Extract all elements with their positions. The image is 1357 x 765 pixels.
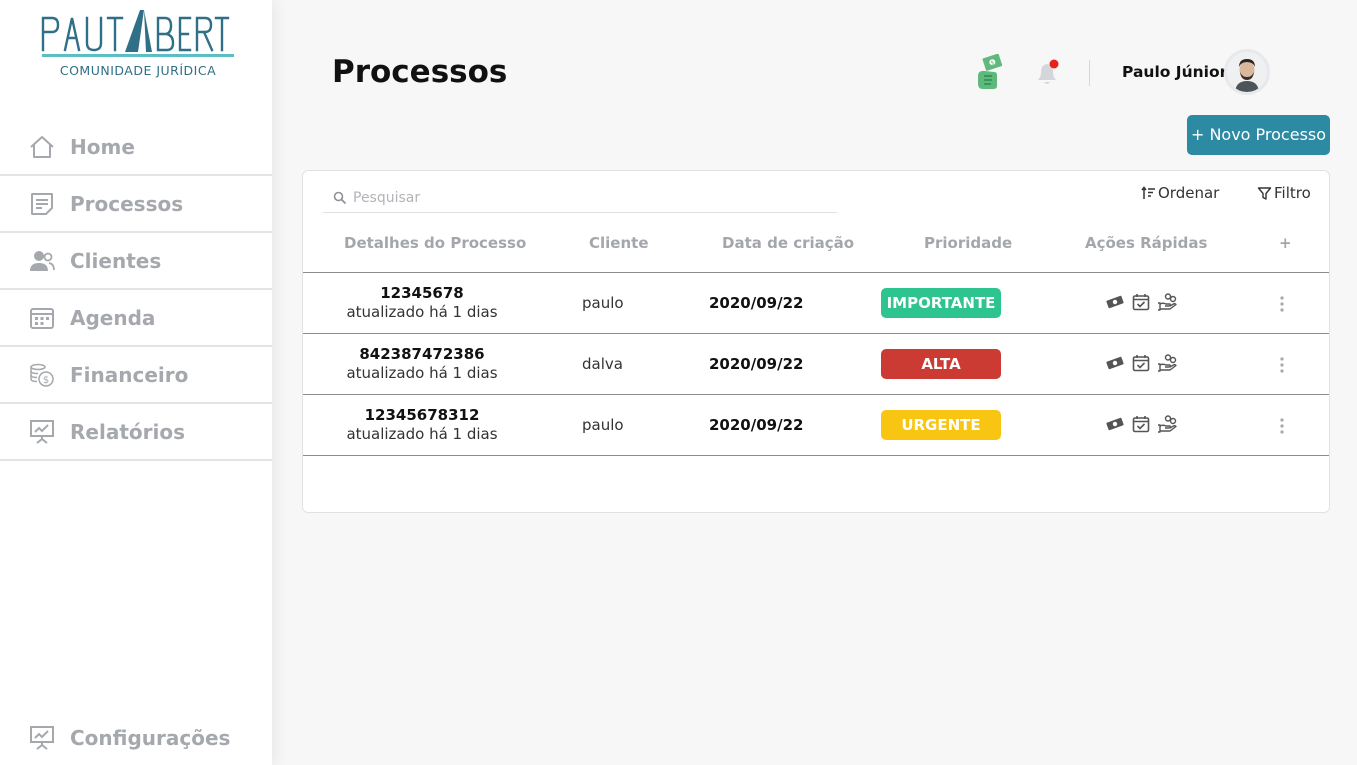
sort-button[interactable]: Ordenar (1141, 184, 1219, 202)
sort-icon (1141, 185, 1155, 199)
process-details: 842387472386 atualizado há 1 dias (303, 345, 541, 382)
process-details: 12345678 atualizado há 1 dias (303, 284, 541, 321)
hand-coins-icon[interactable] (1156, 291, 1178, 313)
client-name: paulo (582, 416, 624, 434)
sidebar-item-clientes[interactable]: Clientes (0, 233, 272, 290)
users-icon (28, 247, 56, 275)
new-process-button[interactable]: + Novo Processo (1187, 115, 1330, 155)
hand-coins-icon[interactable] (1156, 413, 1178, 435)
sidebar-item-label: Financeiro (70, 362, 189, 387)
sidebar-item-label: Clientes (70, 248, 162, 273)
sidebar-item-label: Home (70, 134, 135, 159)
creation-date: 2020/09/22 (709, 416, 804, 434)
table-row[interactable]: 12345678312 atualizado há 1 dias paulo 2… (303, 395, 1329, 456)
creation-date: 2020/09/22 (709, 294, 804, 312)
quick-actions (1104, 413, 1182, 435)
home-icon (28, 133, 56, 161)
sort-label: Ordenar (1158, 184, 1220, 202)
calendar-check-icon[interactable] (1130, 291, 1152, 313)
header-divider (1089, 60, 1090, 86)
search-icon (333, 190, 349, 206)
quick-actions (1104, 291, 1182, 313)
column-header-data[interactable]: Data de criação (722, 234, 854, 252)
page-title: Processos (332, 54, 508, 90)
sidebar-item-label: Relatórios (70, 419, 185, 444)
money-icon[interactable]: $ (975, 53, 1009, 90)
search-input[interactable] (353, 189, 833, 206)
process-table-card: Ordenar Filtro Detalhes do Processo Clie… (302, 170, 1330, 513)
process-updated: atualizado há 1 dias (346, 364, 498, 382)
priority-badge: ALTA (881, 349, 1001, 379)
sidebar-item-processos[interactable]: Processos (0, 176, 272, 233)
document-icon (28, 190, 56, 218)
sidebar-nav: Home Processos Clientes Agenda $ Finance… (0, 119, 272, 461)
brand-wordmark (41, 10, 230, 52)
brand-subtitle: COMUNIDADE JURÍDICA (59, 63, 217, 78)
sidebar-item-relatorios[interactable]: Relatórios (0, 404, 272, 461)
column-header-acoes: Ações Rápidas (1085, 234, 1208, 252)
sidebar-item-label: Configurações (70, 726, 231, 750)
column-header-cliente[interactable]: Cliente (589, 234, 649, 252)
hand-coins-icon[interactable] (1156, 352, 1178, 374)
row-menu-icon[interactable] (1275, 354, 1289, 376)
quick-actions (1104, 352, 1182, 374)
calendar-check-icon[interactable] (1130, 413, 1152, 435)
filter-icon (1257, 186, 1272, 200)
brand-logo[interactable]: COMUNIDADE JURÍDICA (40, 10, 240, 82)
client-name: dalva (582, 355, 623, 373)
process-details: 12345678312 atualizado há 1 dias (303, 406, 541, 443)
sidebar: COMUNIDADE JURÍDICA Home Processos Clien… (0, 0, 272, 765)
process-number: 12345678 (380, 284, 464, 302)
calendar-check-icon[interactable] (1130, 352, 1152, 374)
sidebar-item-label: Processos (70, 191, 184, 216)
money-action-icon[interactable] (1104, 291, 1126, 313)
process-updated: atualizado há 1 dias (346, 425, 498, 443)
client-name: paulo (582, 294, 624, 312)
presentation-icon (28, 724, 56, 752)
priority-badge: IMPORTANTE (881, 288, 1001, 318)
filter-label: Filtro (1274, 184, 1311, 202)
row-menu-icon[interactable] (1275, 415, 1289, 437)
process-number: 12345678312 (364, 406, 480, 424)
calendar-icon (28, 304, 56, 332)
creation-date: 2020/09/22 (709, 355, 804, 373)
sidebar-item-home[interactable]: Home (0, 119, 272, 176)
column-header-detalhes[interactable]: Detalhes do Processo (344, 234, 526, 252)
search-bar (323, 183, 837, 213)
sidebar-item-financeiro[interactable]: $ Financeiro (0, 347, 272, 404)
sidebar-item-configuracoes[interactable]: Configurações (28, 724, 230, 752)
money-action-icon[interactable] (1104, 413, 1126, 435)
presentation-icon (28, 418, 56, 446)
sidebar-item-label: Agenda (70, 305, 156, 330)
avatar[interactable] (1224, 49, 1270, 95)
column-header-prioridade[interactable]: Prioridade (924, 234, 1012, 252)
process-updated: atualizado há 1 dias (346, 303, 498, 321)
priority-badge: URGENTE (881, 410, 1001, 440)
add-column-button[interactable]: + (1279, 234, 1292, 252)
coins-icon: $ (28, 361, 56, 389)
table-row[interactable]: 842387472386 atualizado há 1 dias dalva … (303, 334, 1329, 395)
notification-bell-icon[interactable] (1034, 58, 1062, 88)
table-row[interactable]: 12345678 atualizado há 1 dias paulo 2020… (303, 273, 1329, 334)
money-action-icon[interactable] (1104, 352, 1126, 374)
svg-text:$: $ (43, 375, 49, 386)
sidebar-item-agenda[interactable]: Agenda (0, 290, 272, 347)
user-name[interactable]: Paulo Júnior (1122, 63, 1227, 81)
brand-underline (42, 54, 234, 57)
row-menu-icon[interactable] (1275, 293, 1289, 315)
process-number: 842387472386 (359, 345, 485, 363)
filter-button[interactable]: Filtro (1257, 184, 1311, 202)
